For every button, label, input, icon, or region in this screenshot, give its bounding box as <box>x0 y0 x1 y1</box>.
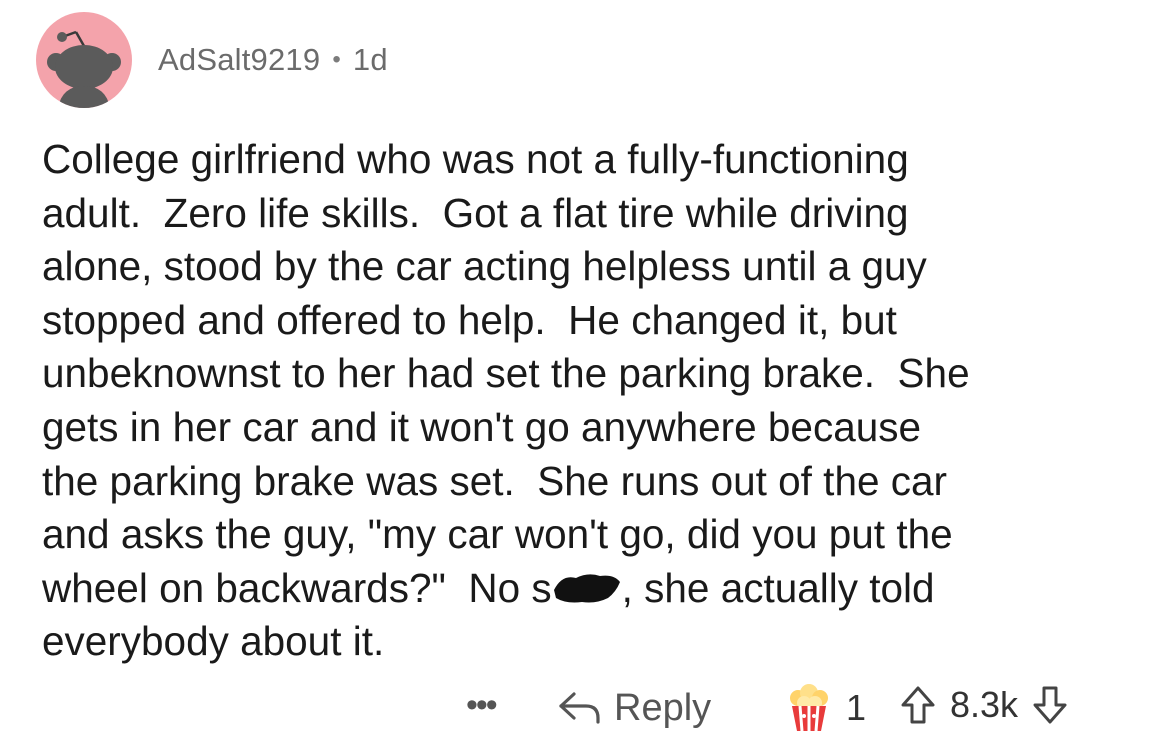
author-username[interactable]: AdSalt9219 <box>158 42 320 78</box>
comment-line: gets in her car and it won't go anywhere… <box>42 403 922 450</box>
comment-actions: ••• Reply 1 8.3k <box>0 680 1170 740</box>
comment-header: AdSalt9219 • 1d <box>36 12 388 108</box>
comment-line: unbeknownst to her had set the parking b… <box>42 350 970 397</box>
comment-line: the parking brake was set. She runs out … <box>42 457 948 504</box>
upvote-arrow-icon[interactable] <box>900 685 936 725</box>
censor-scribble <box>552 570 622 606</box>
comment-line: College girlfriend who was not a fully-f… <box>42 136 909 182</box>
comment-line: everybody about it. <box>42 618 385 665</box>
comment-meta: AdSalt9219 • 1d <box>158 42 388 78</box>
comment-line: wheel on backwards?" No s , she actually … <box>42 562 1142 616</box>
vote-score: 8.3k <box>950 684 1019 725</box>
reply-label: Reply <box>614 686 712 729</box>
popcorn-award-icon <box>790 684 828 732</box>
reply-button[interactable]: Reply <box>558 680 711 736</box>
more-options-button[interactable]: ••• <box>466 686 498 725</box>
meta-separator: • <box>332 46 341 73</box>
snoo-avatar-icon[interactable] <box>36 12 132 108</box>
comment-line: stopped and offered to help. He changed … <box>42 296 897 343</box>
award-badge[interactable]: 1 <box>786 684 866 732</box>
comment-line-part: , she actually told <box>621 564 935 611</box>
reply-arrow-icon <box>559 692 600 724</box>
vote-controls: 8.3k <box>900 684 1068 726</box>
comment-age: 1d <box>352 42 388 77</box>
comment-line-part: wheel on backwards?" No s <box>42 564 552 611</box>
comment-line: adult. Zero life skills. Got a flat tire… <box>42 189 909 236</box>
comment-body: College girlfriend who was not a fully-f… <box>42 133 1142 669</box>
award-count: 1 <box>846 687 867 728</box>
downvote-arrow-icon[interactable] <box>1032 685 1068 725</box>
comment-line: and asks the guy, "my car won't go, did … <box>42 511 953 558</box>
comment-line: alone, stood by the car acting helpless … <box>42 243 927 290</box>
